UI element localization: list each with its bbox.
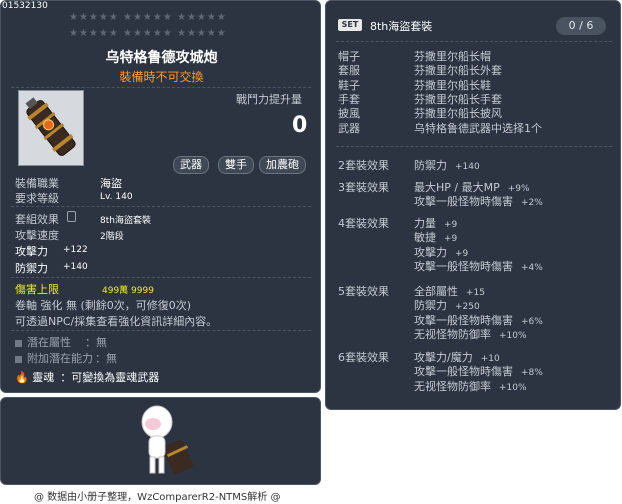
set-effect-stat-name: 无视怪物防御率 [414, 327, 491, 341]
set-tooltip: SET 8th海盜套裝 0 / 6 帽子 芬撒里尔船长帽 套服 芬撒里尔船长外套 鞋子芬… [325, 0, 621, 410]
divider [336, 41, 612, 42]
set-effect-stat-name: 防禦力 [414, 159, 447, 172]
untradeable-note: 裝備時不可交換 [119, 70, 204, 84]
set-effect-stat: 攻擊一般怪物時傷害 +4% [414, 258, 543, 274]
set-effect-stat-name: 攻擊一般怪物時傷害 [414, 259, 513, 273]
combat-power-value: 0 [292, 113, 308, 138]
potential-value: ：無 [85, 336, 107, 349]
potential-label: 潛在屬性 [27, 336, 71, 349]
tag-two-handed: 雙手 [218, 156, 254, 174]
data-source-credit: @ 数据由小册子整理，WzComparerR2-NTMS解析 @ [34, 492, 281, 503]
damage-cap-value: 499萬 9999 [102, 286, 154, 296]
character-preview [0, 397, 321, 485]
set-effect-stat-name: 无视怪物防御率 [414, 379, 491, 393]
set-effect-stat-name: 攻擊一般怪物時傷害 [414, 365, 513, 379]
set-effect-stat-value: +10% [499, 330, 527, 341]
attack-value: +122 [63, 245, 88, 255]
set-effect-stat-value: +140 [455, 162, 480, 172]
set-effect-stat: 防禦力 +140 [414, 157, 480, 173]
set-effect-tier-label: 4套裝效果 [338, 217, 389, 230]
set-effect-stat-name: 攻擊一般怪物時傷害 [414, 313, 513, 327]
divider [11, 87, 311, 88]
soul-row: 🔥 靈魂 ：可變換為靈魂武器 [15, 369, 159, 385]
item-tooltip: ★★★★★ ★★★★★ ★★★★★ ★★★★★ ★★★★★ ★★★★★ 乌特格鲁… [0, 0, 321, 393]
set-effect-stat: 无视怪物防御率 +10% [414, 326, 527, 342]
set-effect-stat-value: +10% [499, 382, 527, 393]
flame-icon: 🔥 [15, 371, 29, 384]
level-label: 要求等級 [15, 192, 59, 205]
soul-label: 靈魂 [32, 371, 55, 384]
set-effect-stat-name: 防禦力 [414, 299, 447, 313]
set-piece-slot: 武器 [338, 121, 360, 135]
lock-icon [67, 211, 76, 222]
defense-value: +140 [63, 262, 88, 272]
divider [11, 277, 311, 278]
divider [11, 330, 311, 331]
divider [336, 146, 612, 147]
star-force-row-1: ★★★★★ ★★★★★ ★★★★★ [69, 12, 227, 23]
soul-value: ：可變換為靈魂武器 [60, 371, 160, 384]
tag-hand-cannon: 加農砲 [259, 156, 306, 174]
attack-speed-value: 2階段 [100, 232, 124, 242]
cannon-icon [25, 97, 76, 156]
attack-label: 攻擊力 [15, 245, 48, 258]
item-id: 01532130 [2, 1, 48, 11]
set-effect-stat-name: 力量 [414, 217, 436, 230]
divider [11, 206, 311, 207]
level-value: Lv. 140 [100, 192, 133, 202]
item-name: 乌特格鲁德攻城炮 [105, 50, 218, 66]
set-effect-tier-label: 3套裝效果 [338, 181, 389, 194]
set-name: 8th海盜套裝 [370, 20, 433, 33]
set-effect-stat-name: 最大HP / 最大MP [414, 181, 500, 194]
set-effect-stat-name: 攻擊力 [414, 245, 447, 259]
set-effect-stat: 攻擊一般怪物時傷害 +2% [414, 193, 543, 209]
set-effect-tier-label: 5套裝效果 [338, 285, 389, 298]
job-label: 裝備職業 [15, 177, 59, 190]
additional-potential-label: 附加潛在能力 [27, 352, 93, 365]
set-effect-stat-name: 全部屬性 [414, 285, 458, 298]
npc-info-line: 可透過NPC/採集查看強化資訊詳細內容。 [15, 315, 218, 328]
star-force-row-2: ★★★★★ ★★★★★ ★★★★★ [69, 28, 227, 39]
set-effect-value: 8th海盜套裝 [100, 216, 151, 226]
set-badge-icon: SET [338, 19, 362, 31]
set-effect-stat-name: 敏捷 [414, 231, 436, 245]
item-icon-frame [18, 90, 84, 166]
set-piece-count: 0 / 6 [556, 17, 606, 35]
set-piece-item: 乌特格鲁德武器中选择1个 [414, 121, 542, 135]
set-effect-stat-value: +4% [521, 262, 543, 273]
job-value: 海盜 [100, 177, 122, 190]
additional-potential-value: ：無 [95, 352, 117, 365]
set-effect-stat: 无视怪物防御率 +10% [414, 378, 527, 394]
scroll-upgrade-line: 卷軸 強化 無 (剩餘0次，可修復0次) [15, 299, 192, 312]
character-avatar [141, 405, 194, 475]
additional-potential-icon [15, 355, 22, 363]
set-effect-stat-name: 攻擊力/魔力 [414, 351, 473, 364]
combat-power-label: 戰鬥力提升量 [236, 93, 302, 106]
set-effect-stat-name: 攻擊一般怪物時傷害 [414, 195, 513, 209]
potential-icon [15, 339, 22, 347]
defense-label: 防禦力 [15, 262, 48, 275]
potential-row: 潛在屬性 ：無 [15, 334, 107, 350]
damage-cap-label: 傷害上限 [15, 283, 59, 296]
additional-potential-row: 附加潛在能力 ：無 [15, 350, 117, 366]
attack-speed-label: 攻擊速度 [15, 229, 59, 242]
set-effect-tier-label: 6套裝效果 [338, 351, 389, 364]
set-effect-tier-label: 2套裝效果 [338, 159, 389, 172]
set-effect-stat-value: +2% [521, 198, 543, 209]
tag-weapon: 武器 [173, 156, 209, 174]
set-effect-label: 套組效果 [15, 213, 59, 226]
